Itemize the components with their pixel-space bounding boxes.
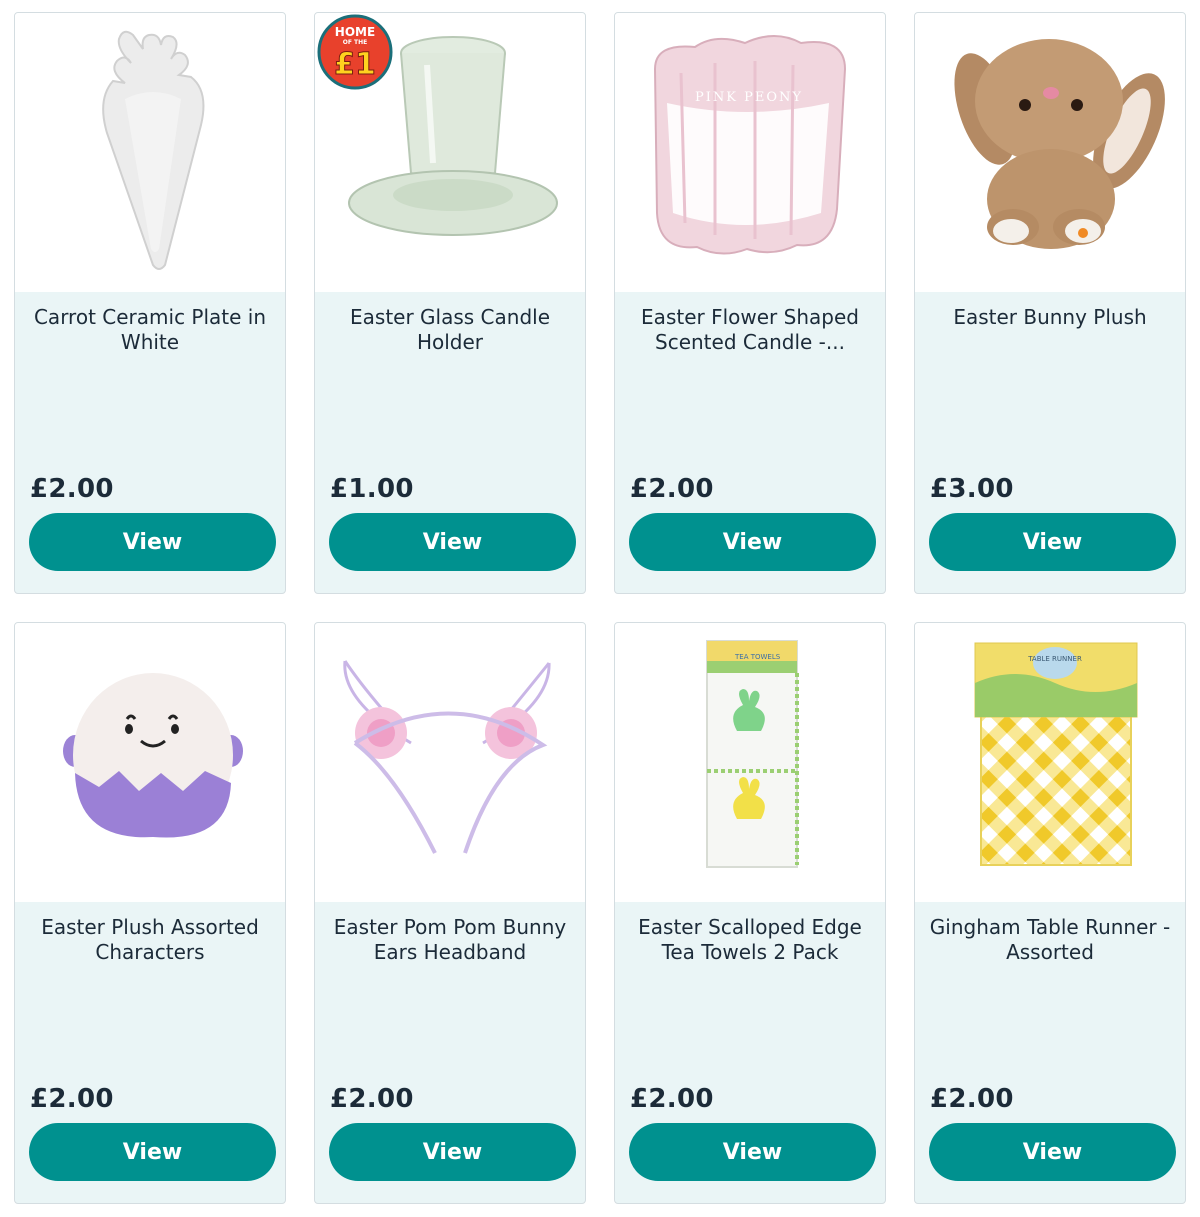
- product-image[interactable]: PINK PEONY: [615, 13, 885, 292]
- view-button[interactable]: View: [929, 513, 1176, 571]
- carrot-plate-image: [102, 30, 205, 270]
- product-price: £2.00: [30, 474, 114, 504]
- product-title[interactable]: Carrot Ceramic Plate in White: [29, 305, 271, 355]
- tea-towels-image: TEA TOWELS: [706, 640, 799, 868]
- product-title[interactable]: Gingham Table Runner - Assorted: [929, 915, 1171, 965]
- product-title[interactable]: Easter Plush Assorted Characters: [29, 915, 271, 965]
- product-title[interactable]: Easter Bunny Plush: [929, 305, 1171, 330]
- product-card[interactable]: PINK PEONY Easter Flower Shaped Scented …: [614, 12, 886, 594]
- product-card[interactable]: Easter Plush Assorted Characters £2.00 V…: [14, 622, 286, 1204]
- product-title[interactable]: Easter Pom Pom Bunny Ears Headband: [329, 915, 571, 965]
- view-button[interactable]: View: [629, 513, 876, 571]
- flower-candle-image: PINK PEONY: [653, 35, 847, 255]
- bunny-plush-image: [954, 39, 1165, 249]
- product-price: £2.00: [630, 1084, 714, 1114]
- product-image[interactable]: TEA TOWELS: [615, 623, 885, 902]
- view-button[interactable]: View: [329, 1123, 576, 1181]
- product-card[interactable]: TEA TOWELS Easter Scalloped Edge Tea Tow…: [614, 622, 886, 1204]
- view-button[interactable]: View: [629, 1123, 876, 1181]
- bunny-ears-headband-image: [343, 660, 551, 854]
- badge-middle-text: OF THE: [343, 39, 368, 46]
- product-image[interactable]: HOME OF THE £1: [315, 13, 585, 292]
- view-button[interactable]: View: [29, 513, 276, 571]
- table-runner-label-text: TABLE RUNNER: [1027, 655, 1082, 663]
- product-grid: Carrot Ceramic Plate in White £2.00 View…: [0, 0, 1200, 1217]
- product-title[interactable]: Easter Scalloped Edge Tea Towels 2 Pack: [629, 915, 871, 965]
- table-runner-image: TABLE RUNNER: [974, 642, 1138, 866]
- product-image[interactable]: [315, 623, 585, 902]
- view-button[interactable]: View: [329, 513, 576, 571]
- home-of-the-pound-badge: HOME OF THE £1: [317, 14, 393, 90]
- product-price: £2.00: [630, 474, 714, 504]
- product-card[interactable]: Carrot Ceramic Plate in White £2.00 View: [14, 12, 286, 594]
- product-card[interactable]: Easter Bunny Plush £3.00 View: [914, 12, 1186, 594]
- product-price: £2.00: [30, 1084, 114, 1114]
- product-image[interactable]: [15, 13, 285, 292]
- candle-label-text: PINK PEONY: [695, 90, 803, 105]
- view-button[interactable]: View: [29, 1123, 276, 1181]
- product-card[interactable]: TABLE RUNNER Gingham Table Runner - Asso…: [914, 622, 1186, 1204]
- product-card[interactable]: HOME OF THE £1 Easter Glass Candle Holde…: [314, 12, 586, 594]
- product-card[interactable]: Easter Pom Pom Bunny Ears Headband £2.00…: [314, 622, 586, 1204]
- product-image[interactable]: [15, 623, 285, 902]
- badge-value-text: £1: [334, 47, 376, 82]
- product-price: £2.00: [930, 1084, 1014, 1114]
- badge-top-text: HOME: [335, 25, 375, 39]
- product-price: £1.00: [330, 474, 414, 504]
- egg-plush-image: [63, 673, 243, 838]
- product-price: £3.00: [930, 474, 1014, 504]
- product-image[interactable]: TABLE RUNNER: [915, 623, 1185, 902]
- view-button[interactable]: View: [929, 1123, 1176, 1181]
- tea-towels-label-text: TEA TOWELS: [734, 653, 781, 661]
- product-price: £2.00: [330, 1084, 414, 1114]
- product-image[interactable]: [915, 13, 1185, 292]
- product-title[interactable]: Easter Glass Candle Holder: [329, 305, 571, 355]
- product-title[interactable]: Easter Flower Shaped Scented Candle -...: [629, 305, 871, 355]
